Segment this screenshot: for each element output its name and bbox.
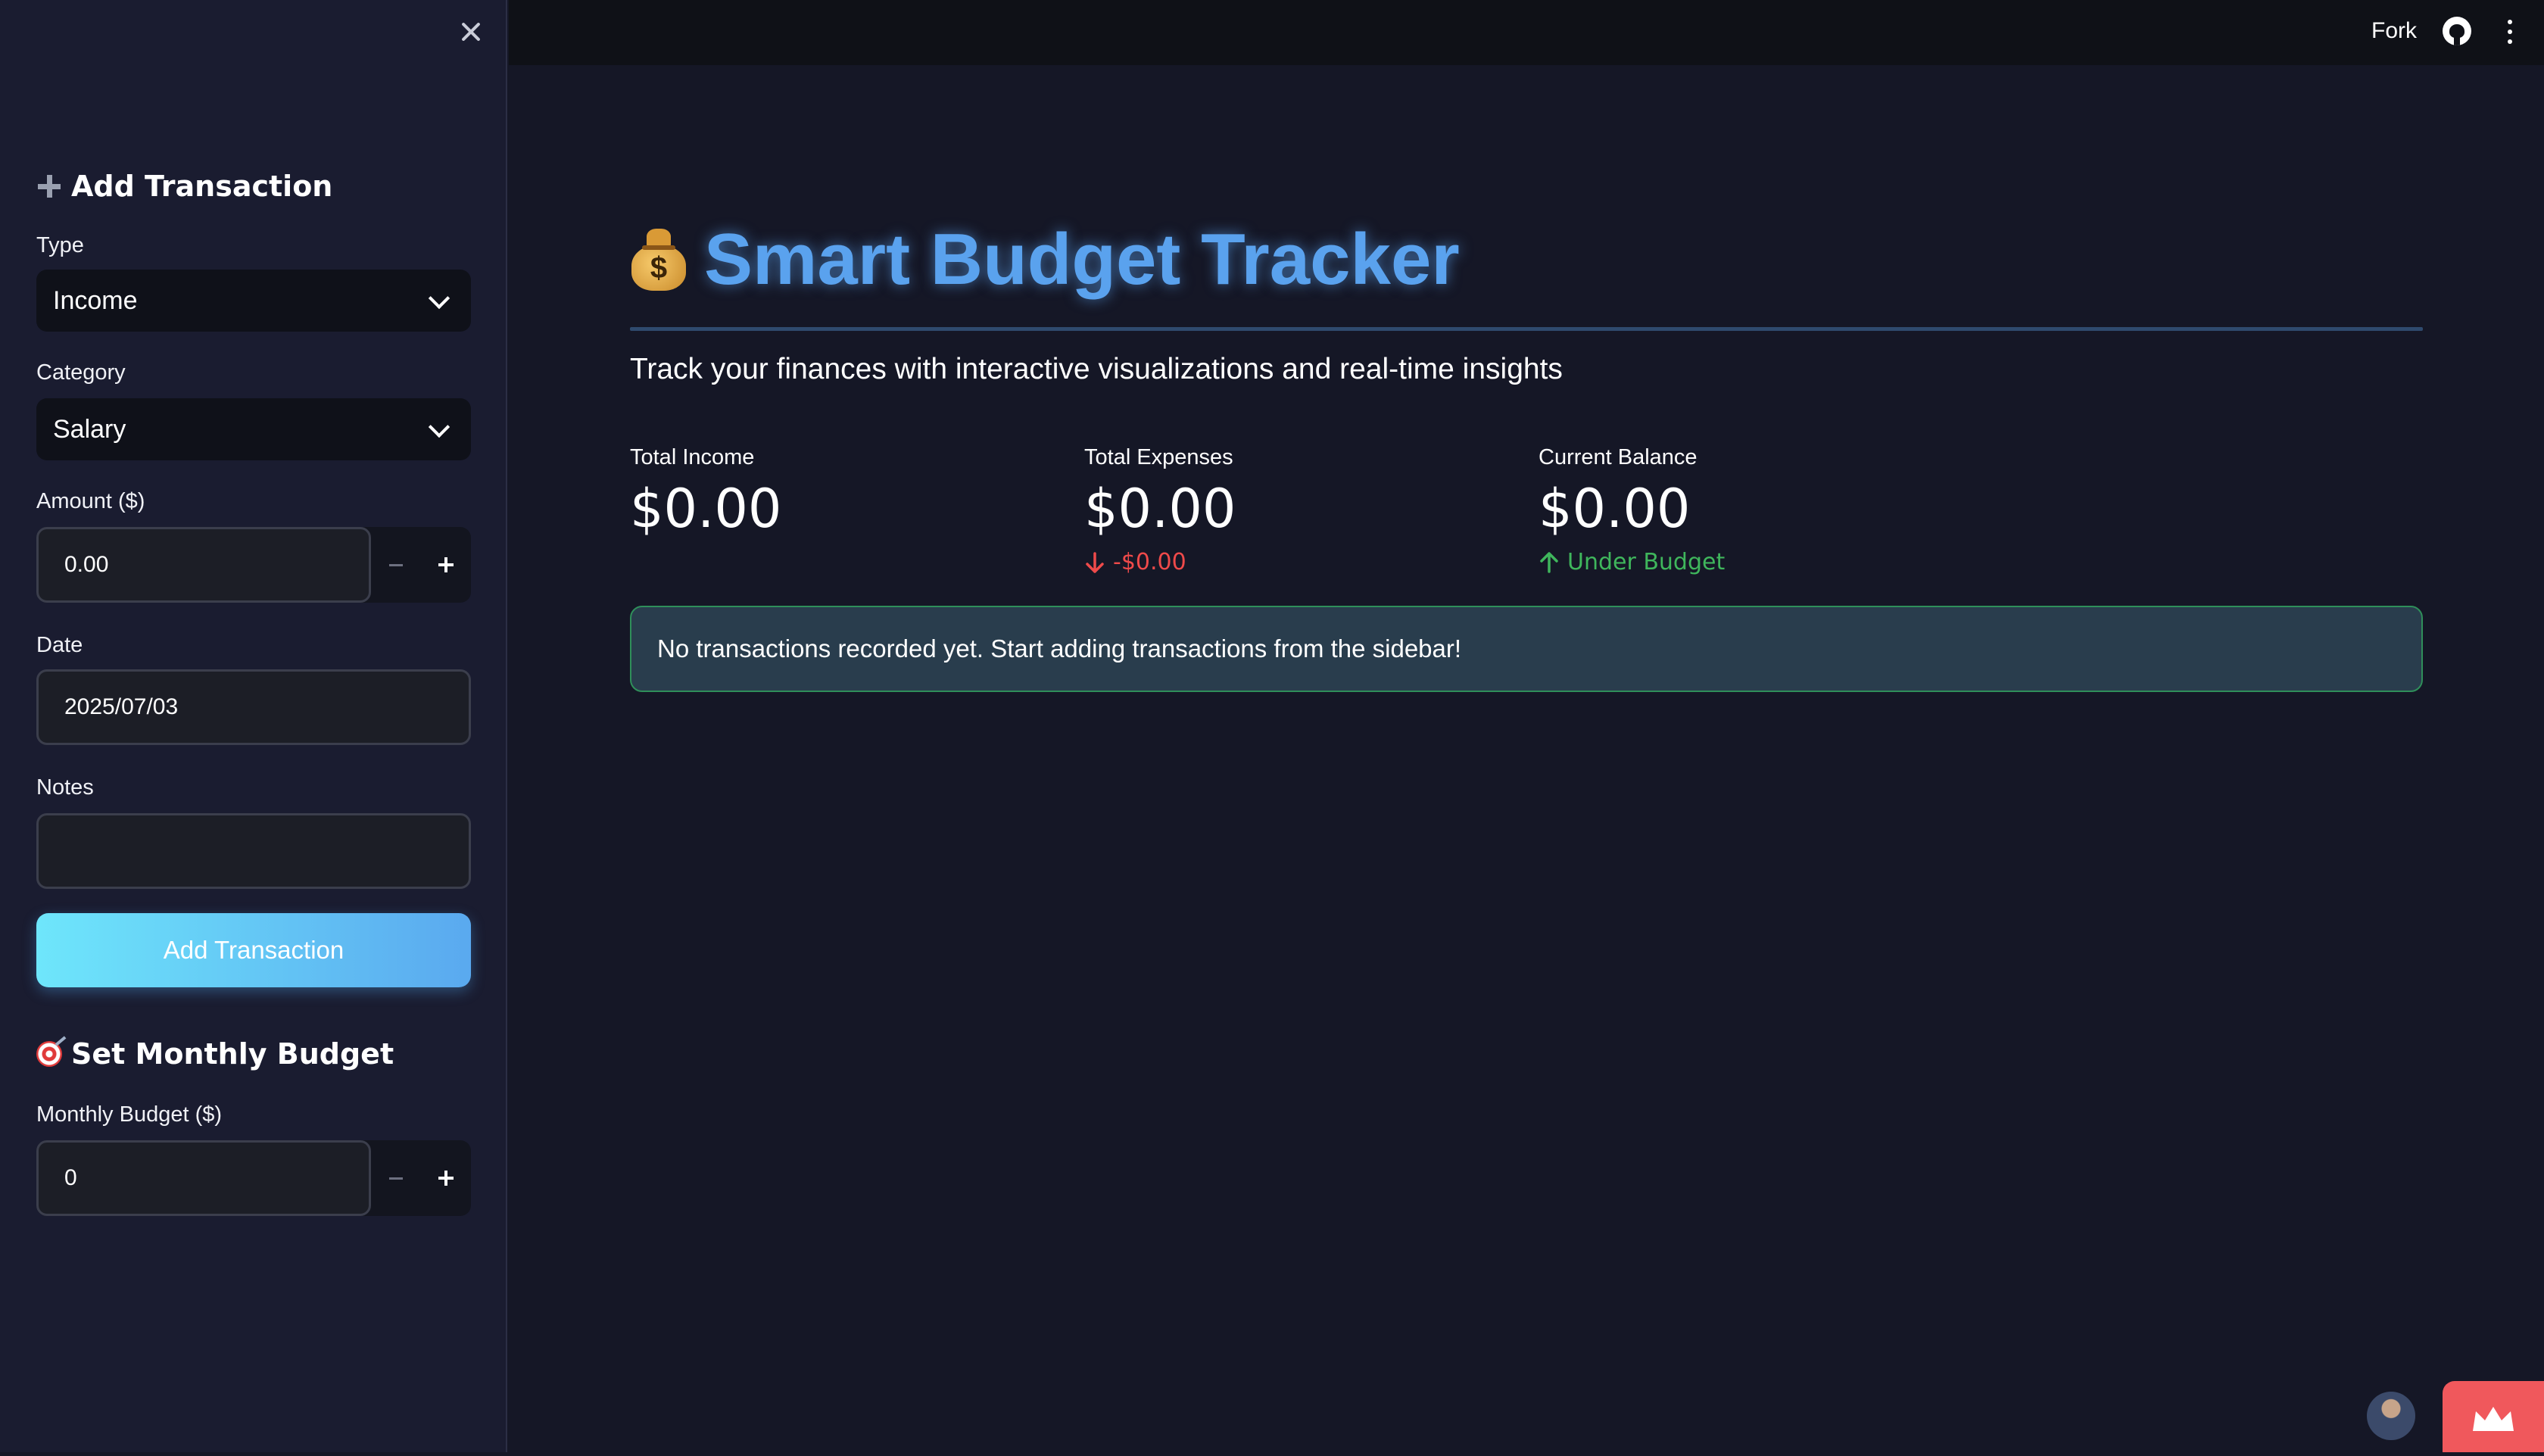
fork-link[interactable]: Fork: [2371, 18, 2417, 44]
date-label: Date: [36, 633, 83, 657]
crown-icon-graphic: [2473, 1407, 2514, 1431]
sidebar: Add Transaction Type Income Category Sal…: [0, 0, 507, 1452]
target-icon: [36, 1041, 62, 1067]
money-bag-icon: $: [630, 229, 687, 291]
add-transaction-button[interactable]: Add Transaction: [36, 913, 471, 987]
chevron-down-icon: [428, 287, 450, 310]
metric-label: Total Income: [630, 445, 755, 469]
category-label: Category: [36, 360, 126, 385]
page-title: $ Smart Budget Tracker: [630, 218, 1460, 301]
amount-number-input: 0.00: [36, 527, 471, 603]
add-transaction-heading: Add Transaction: [36, 170, 332, 203]
arrow-down-icon: [1086, 551, 1104, 573]
minus-icon: [389, 563, 403, 566]
more-vertical-icon[interactable]: [2508, 20, 2512, 44]
monthly-budget-number-input: 0: [36, 1140, 471, 1216]
metric-delta-text: -$0.00: [1113, 549, 1186, 575]
metric-delta: -$0.00: [1084, 549, 1523, 575]
info-alert: No transactions recorded yet. Start addi…: [630, 606, 2423, 692]
type-select[interactable]: Income: [36, 270, 471, 332]
close-sidebar-button[interactable]: [456, 17, 486, 47]
page-title-text: Smart Budget Tracker: [704, 219, 1460, 300]
metric-total-income: Total Income $0.00: [630, 445, 1069, 540]
amount-decrement-button[interactable]: [371, 527, 421, 603]
monthly-budget-field[interactable]: 0: [36, 1140, 371, 1216]
chevron-down-icon: [428, 416, 450, 438]
github-icon[interactable]: [2443, 17, 2471, 45]
category-select-value: Salary: [53, 414, 126, 444]
plus-icon: [438, 557, 454, 572]
set-budget-heading-text: Set Monthly Budget: [71, 1037, 394, 1071]
notes-label: Notes: [36, 775, 94, 800]
top-toolbar: [509, 0, 2544, 65]
crown-icon[interactable]: [2443, 1381, 2544, 1452]
amount-increment-button[interactable]: [421, 527, 471, 603]
metric-total-expenses: Total Expenses $0.00 -$0.00: [1084, 445, 1523, 575]
metric-current-balance: Current Balance $0.00 Under Budget: [1539, 445, 1978, 575]
arrow-up-icon: [1540, 551, 1558, 573]
type-select-value: Income: [53, 285, 138, 315]
minus-icon: [389, 1177, 403, 1180]
metric-value: $0.00: [1539, 478, 1691, 540]
budget-increment-button[interactable]: [421, 1140, 471, 1216]
notes-field[interactable]: [36, 813, 471, 889]
set-budget-heading: Set Monthly Budget: [36, 1037, 394, 1071]
amount-label: Amount ($): [36, 489, 145, 513]
type-label: Type: [36, 233, 84, 257]
monthly-budget-label: Monthly Budget ($): [36, 1102, 223, 1127]
category-select[interactable]: Salary: [36, 398, 471, 460]
plus-icon: [36, 173, 62, 199]
metric-value: $0.00: [630, 478, 782, 540]
budget-decrement-button[interactable]: [371, 1140, 421, 1216]
plus-icon: [438, 1171, 454, 1186]
add-transaction-heading-text: Add Transaction: [71, 170, 333, 203]
amount-field[interactable]: 0.00: [36, 527, 371, 603]
metric-value: $0.00: [1084, 478, 1236, 540]
metric-delta: Under Budget: [1539, 549, 1978, 575]
metric-delta-text: Under Budget: [1567, 549, 1726, 575]
metric-label: Total Expenses: [1084, 445, 1233, 469]
title-divider: [630, 327, 2423, 331]
page-subtitle: Track your finances with interactive vis…: [630, 353, 1563, 385]
metric-label: Current Balance: [1539, 445, 1698, 469]
avatar[interactable]: [2367, 1392, 2415, 1440]
date-field[interactable]: 2025/07/03: [36, 669, 471, 745]
